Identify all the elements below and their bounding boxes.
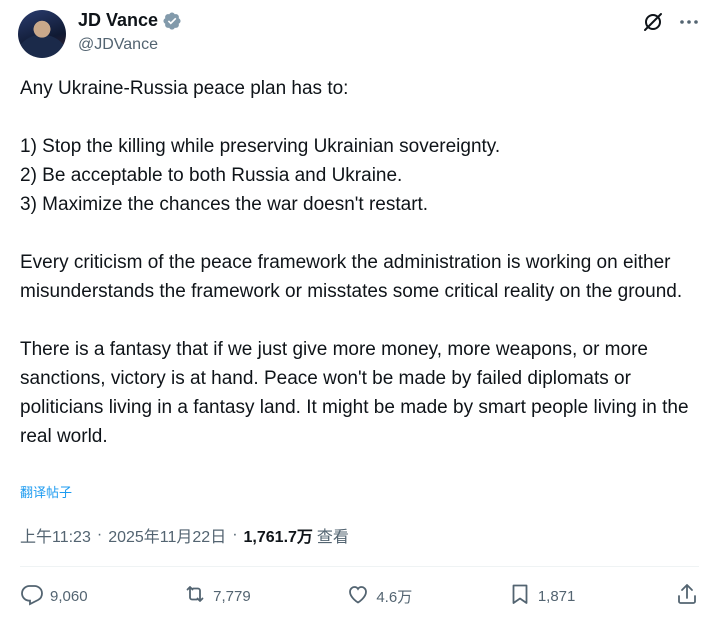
translate-post-link[interactable]: 翻译帖子	[20, 482, 72, 501]
meta-separator: ·	[96, 526, 103, 543]
post-time[interactable]: 上午11:23	[20, 523, 91, 547]
repost-count: 7,779	[213, 587, 251, 605]
bookmark-count: 1,871	[537, 587, 576, 605]
header-actions	[641, 10, 701, 34]
post-meta: 上午11:23 · 2025年11月22日 · 1,761.7万 查看	[20, 523, 349, 547]
bookmark-icon	[508, 582, 532, 610]
more-icon[interactable]	[677, 10, 701, 34]
post-header: JD Vance @JDVance	[18, 8, 701, 58]
share-icon	[675, 582, 699, 610]
post-date[interactable]: 2025年11月22日	[108, 523, 226, 547]
divider	[20, 566, 699, 567]
reply-count: 9,060	[50, 587, 88, 605]
reply-icon	[20, 582, 44, 610]
name-row: JD Vance	[78, 10, 182, 31]
user-handle[interactable]: @JDVance	[78, 36, 158, 54]
views-count[interactable]: 1,761.7万	[244, 523, 313, 547]
verified-badge-icon	[162, 11, 182, 31]
like-count: 4.6万	[376, 588, 413, 606]
display-name[interactable]: JD Vance	[78, 10, 158, 31]
post-text: Any Ukraine-Russia peace plan has to: 1)…	[20, 78, 689, 447]
like-button[interactable]: 4.6万	[346, 582, 412, 610]
action-bar: 9,060 7,779 4.6万 1,871	[20, 578, 699, 614]
grok-icon[interactable]	[641, 10, 665, 34]
views-label: 查看	[316, 529, 349, 546]
repost-button[interactable]: 7,779	[183, 582, 251, 610]
reply-button[interactable]: 9,060	[20, 582, 88, 610]
repost-icon	[183, 582, 207, 610]
share-button[interactable]	[671, 582, 699, 610]
avatar[interactable]	[18, 10, 66, 58]
like-icon	[346, 582, 370, 610]
bookmark-button[interactable]: 1,871	[508, 582, 576, 610]
meta-separator: ·	[232, 526, 238, 543]
